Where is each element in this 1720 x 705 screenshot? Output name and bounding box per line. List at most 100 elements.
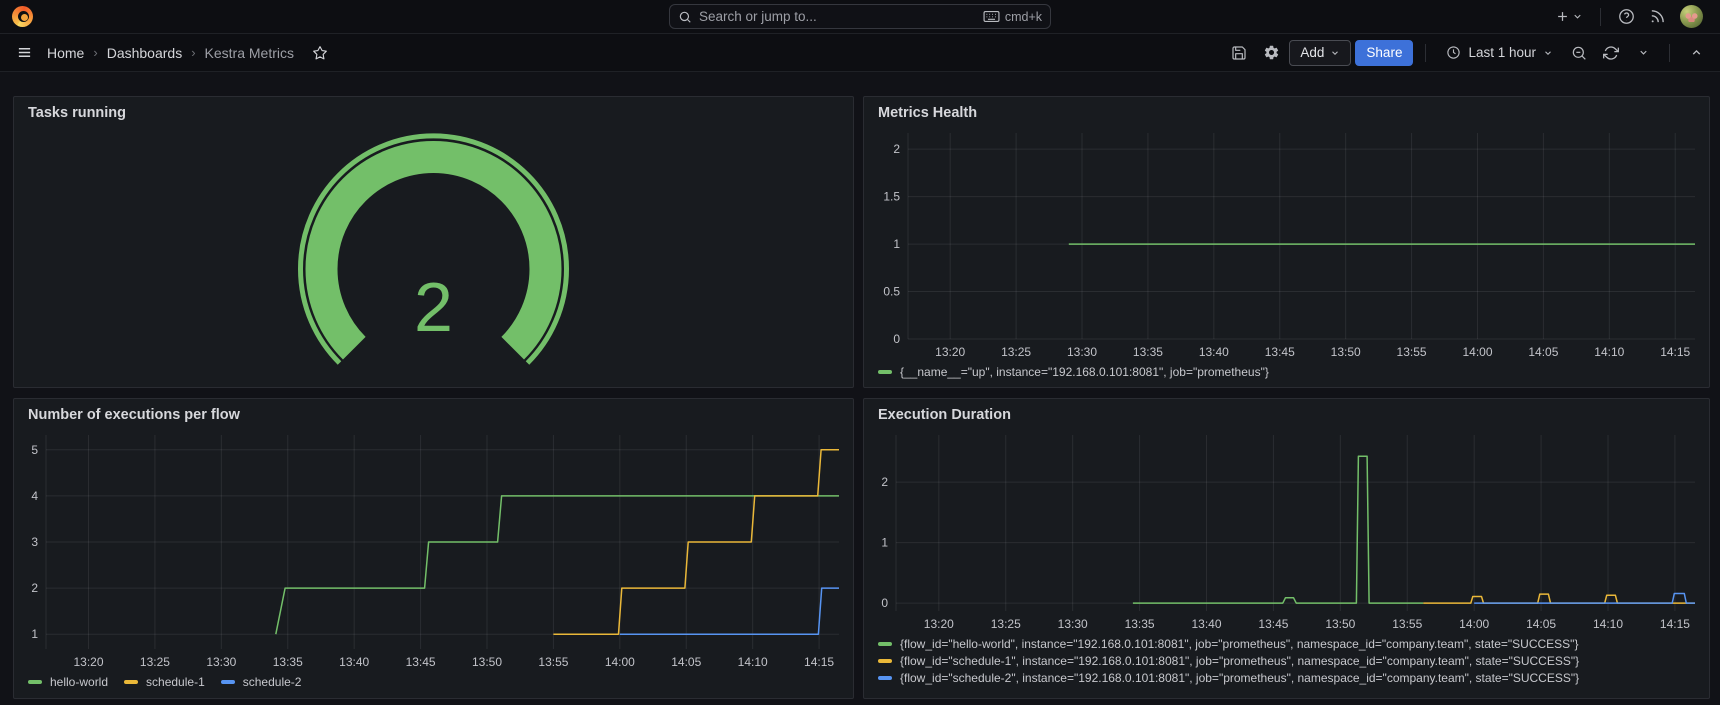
legend-label: schedule-2 <box>243 675 302 689</box>
legend-swatch <box>221 680 235 684</box>
divider <box>1669 44 1670 62</box>
chart-legend: hello-world schedule-1 schedule-2 <box>14 673 853 695</box>
divider <box>1425 44 1426 62</box>
svg-text:13:20: 13:20 <box>935 345 965 359</box>
svg-text:14:05: 14:05 <box>671 655 701 669</box>
svg-text:13:55: 13:55 <box>1397 345 1427 359</box>
legend-item[interactable]: {flow_id="schedule-1", instance="192.168… <box>878 654 1695 668</box>
execution-duration-chart[interactable]: 13:2013:2513:3013:3513:4013:4513:5013:55… <box>864 427 1709 635</box>
gauge-value: 2 <box>414 268 453 346</box>
chevron-down-icon <box>1330 48 1340 58</box>
search-input[interactable]: Search or jump to... cmd+k <box>669 4 1051 29</box>
svg-text:5: 5 <box>31 443 38 457</box>
legend-swatch <box>28 680 42 684</box>
search-placeholder: Search or jump to... <box>699 9 976 24</box>
panel-header[interactable]: Number of executions per flow <box>14 399 853 427</box>
chart-legend: {__name__="up", instance="192.168.0.101:… <box>864 363 1709 385</box>
legend-swatch <box>878 676 892 680</box>
breadcrumb: Home › Dashboards › Kestra Metrics <box>47 42 331 64</box>
svg-text:13:50: 13:50 <box>472 655 502 669</box>
executions-chart[interactable]: 13:2013:2513:3013:3513:4013:4513:5013:55… <box>14 427 853 673</box>
new-button[interactable] <box>1550 5 1588 28</box>
divider <box>1600 8 1601 26</box>
refresh-button[interactable] <box>1597 40 1625 66</box>
svg-text:1.5: 1.5 <box>883 190 900 204</box>
help-button[interactable] <box>1613 4 1640 29</box>
svg-text:1: 1 <box>31 627 38 641</box>
svg-text:13:55: 13:55 <box>538 655 568 669</box>
svg-text:13:35: 13:35 <box>273 655 303 669</box>
avatar <box>1680 5 1703 28</box>
clock-icon <box>1446 45 1461 60</box>
svg-text:13:20: 13:20 <box>73 655 103 669</box>
breadcrumb-separator: › <box>93 45 97 60</box>
panel-header[interactable]: Metrics Health <box>864 97 1709 125</box>
legend-swatch <box>878 370 892 374</box>
gauge-arc: 2 <box>14 125 853 387</box>
legend-label: schedule-1 <box>146 675 205 689</box>
legend-item[interactable]: {flow_id="hello-world", instance="192.16… <box>878 637 1695 651</box>
svg-text:13:35: 13:35 <box>1125 617 1155 631</box>
svg-text:0: 0 <box>881 596 888 610</box>
legend-swatch <box>878 659 892 663</box>
svg-text:13:50: 13:50 <box>1331 345 1361 359</box>
settings-button[interactable] <box>1257 40 1285 66</box>
svg-text:13:45: 13:45 <box>1258 617 1288 631</box>
collapse-toolbar-button[interactable] <box>1682 40 1710 66</box>
dashboard-grid: Tasks running 2 Metrics Health 13:20 13:2… <box>0 72 1720 699</box>
plus-icon <box>1555 9 1570 24</box>
news-button[interactable] <box>1644 4 1671 29</box>
refresh-interval-dropdown[interactable] <box>1629 40 1657 66</box>
svg-text:1: 1 <box>893 237 900 251</box>
metrics-health-chart[interactable]: 13:2013:2513:3013:3513:4013:4513:5013:55… <box>864 125 1709 363</box>
share-button[interactable]: Share <box>1355 40 1413 66</box>
svg-text:14:00: 14:00 <box>605 655 635 669</box>
svg-text:13:25: 13:25 <box>1001 345 1031 359</box>
time-range-picker[interactable]: Last 1 hour <box>1438 40 1561 66</box>
svg-text:2: 2 <box>893 142 900 156</box>
panel-metrics-health: Metrics Health 13:2013:2513:3013:3513:40… <box>863 96 1710 388</box>
panel-executions-per-flow: Number of executions per flow 13:2013:25… <box>13 398 854 699</box>
save-button[interactable] <box>1225 40 1253 66</box>
svg-text:13:40: 13:40 <box>339 655 369 669</box>
gauge: 2 <box>14 125 853 387</box>
legend-label: hello-world <box>50 675 108 689</box>
keyboard-icon <box>983 10 1000 23</box>
svg-text:14:05: 14:05 <box>1526 617 1556 631</box>
top-nav: Search or jump to... cmd+k <box>0 0 1720 34</box>
breadcrumb-separator: › <box>191 45 195 60</box>
svg-text:13:50: 13:50 <box>1325 617 1355 631</box>
profile-button[interactable] <box>1675 1 1708 32</box>
legend-swatch <box>878 642 892 646</box>
legend-item[interactable]: {flow_id="schedule-2", instance="192.168… <box>878 671 1695 685</box>
legend-item[interactable]: schedule-1 <box>124 675 205 689</box>
svg-text:14:15: 14:15 <box>1660 345 1690 359</box>
help-icon <box>1618 8 1635 25</box>
legend-label: {flow_id="hello-world", instance="192.16… <box>900 637 1578 651</box>
add-button[interactable]: Add <box>1289 40 1351 66</box>
search-icon <box>678 10 692 24</box>
breadcrumb-current: Kestra Metrics <box>205 45 294 61</box>
svg-text:13:25: 13:25 <box>991 617 1021 631</box>
breadcrumb-dashboards[interactable]: Dashboards <box>107 45 183 61</box>
legend-label: {flow_id="schedule-1", instance="192.168… <box>900 654 1579 668</box>
panel-execution-duration: Execution Duration 13:2013:2513:3013:351… <box>863 398 1710 699</box>
legend-item[interactable]: {__name__="up", instance="192.168.0.101:… <box>878 365 1269 379</box>
svg-text:14:10: 14:10 <box>738 655 768 669</box>
legend-item[interactable]: schedule-2 <box>221 675 302 689</box>
svg-text:14:10: 14:10 <box>1593 617 1623 631</box>
chevron-down-icon <box>1572 11 1583 22</box>
svg-text:14:15: 14:15 <box>804 655 834 669</box>
svg-text:14:00: 14:00 <box>1462 345 1492 359</box>
svg-text:0.5: 0.5 <box>883 285 900 299</box>
grafana-logo[interactable] <box>12 6 33 27</box>
panel-header[interactable]: Tasks running <box>14 97 853 125</box>
svg-text:13:45: 13:45 <box>406 655 436 669</box>
zoom-out-button[interactable] <box>1565 40 1593 66</box>
star-icon[interactable] <box>309 42 331 64</box>
panel-header[interactable]: Execution Duration <box>864 399 1709 427</box>
svg-text:2: 2 <box>31 581 38 595</box>
legend-item[interactable]: hello-world <box>28 675 108 689</box>
breadcrumb-home[interactable]: Home <box>47 45 84 61</box>
menu-toggle-button[interactable] <box>10 39 39 66</box>
